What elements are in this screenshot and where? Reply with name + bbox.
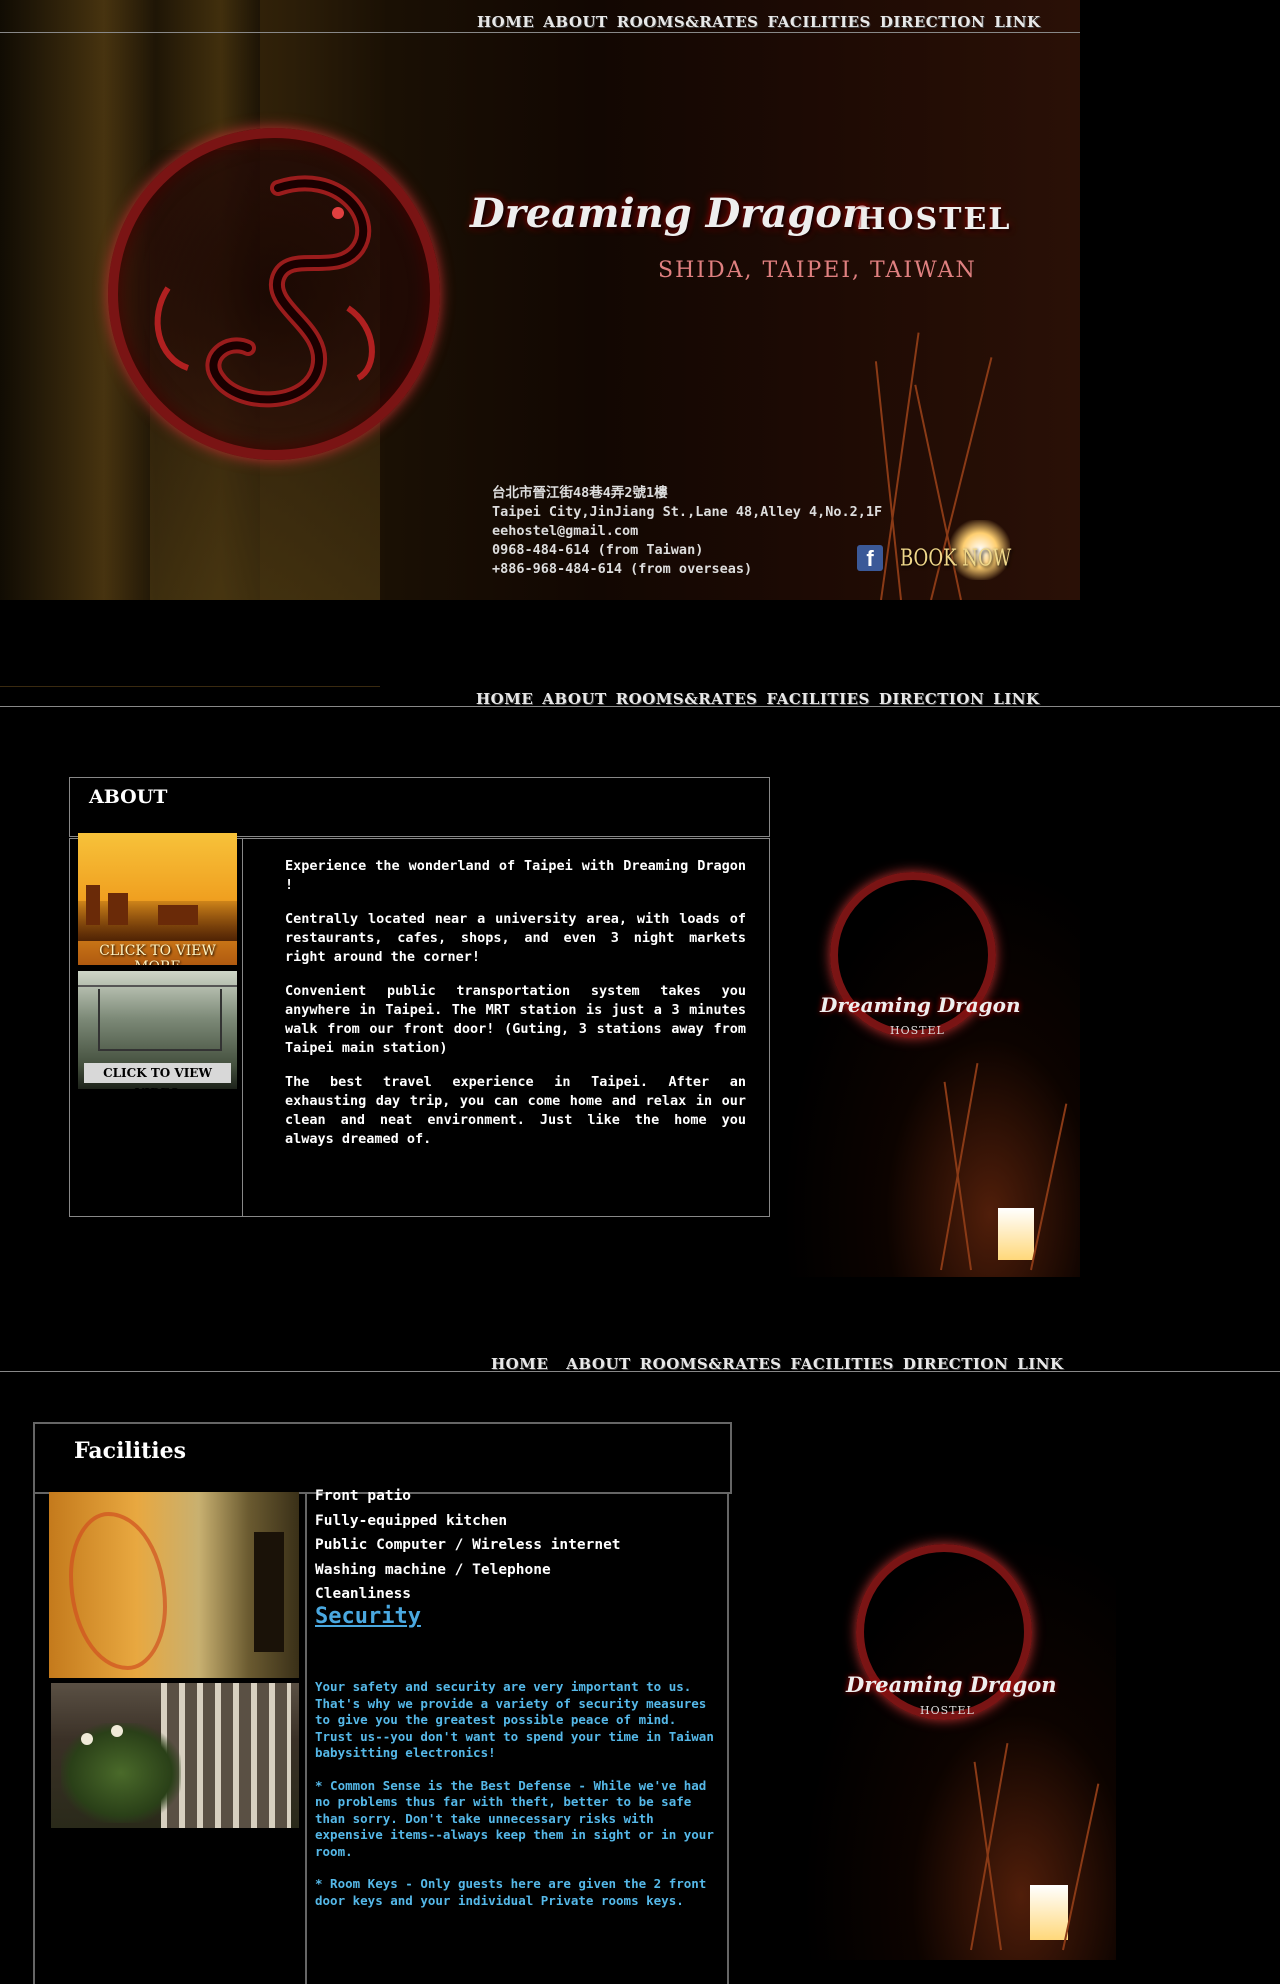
header-banner: Dreaming Dragon HOSTEL SHIDA, TAIPEI, TA…: [0, 0, 1080, 600]
nav-facilities[interactable]: FACILITIES: [790, 1355, 893, 1373]
view-more-label: CLICK TO VIEW MORE: [99, 943, 216, 965]
nav-link[interactable]: LINK: [994, 13, 1040, 31]
nav-rooms-rates[interactable]: ROOMS&RATES: [616, 690, 758, 708]
lantern-decoration: [1030, 1885, 1068, 1940]
brand-script-title: Dreaming Dragon: [470, 190, 872, 237]
canopy-decoration: [78, 985, 237, 987]
lantern-decoration: [998, 1208, 1034, 1260]
facility-item: Washing machine / Telephone: [315, 1561, 551, 1578]
doorway-decoration: [254, 1532, 284, 1652]
building-decoration: [86, 885, 100, 925]
nav-divider: [0, 32, 1080, 33]
about-paragraph: Experience the wonderland of Taipei with…: [285, 858, 746, 893]
security-paragraph: * Common Sense is the Best Defense - Whi…: [315, 1777, 714, 1859]
building-decoration: [108, 893, 128, 925]
patio-photo: [51, 1683, 299, 1828]
nav-link[interactable]: LINK: [993, 690, 1039, 708]
top-nav: HOME ABOUT ROOMS&RATES FACILITIES DIRECT…: [477, 13, 1041, 31]
location-subtitle: SHIDA, TAIPEI, TAIWAN: [658, 258, 977, 283]
nav-rooms-rates[interactable]: ROOMS&RATES: [617, 13, 759, 31]
nav-facilities[interactable]: FACILITIES: [766, 690, 869, 708]
flower-decoration: [111, 1725, 123, 1737]
dragon-wall-photo: [49, 1492, 299, 1678]
about-paragraph: Convenient public transportation system …: [285, 983, 746, 1056]
nav-direction[interactable]: DIRECTION: [880, 13, 985, 31]
divider: [33, 1494, 35, 1984]
nav-about[interactable]: ABOUT: [543, 13, 607, 31]
divider: [305, 1494, 307, 1984]
flower-decoration: [81, 1733, 93, 1745]
book-now-button[interactable]: BOOK NOW: [900, 545, 1011, 572]
dragon-logo-icon: [108, 128, 440, 460]
nav-facilities[interactable]: FACILITIES: [767, 13, 870, 31]
side-logo-script: Dreaming Dragon: [846, 1672, 1057, 1697]
view-video-label: CLICK TO VIEW VIDEO: [84, 1063, 231, 1089]
nav-about[interactable]: ABOUT: [566, 1355, 630, 1373]
nav-home[interactable]: HOME: [491, 1355, 548, 1373]
side-logo-panel: Dreaming Dragon HOSTEL: [800, 1530, 1116, 1960]
address-english: Taipei City,JinJiang St.,Lane 48,Alley 4…: [492, 504, 883, 520]
view-video-thumbnail[interactable]: CLICK TO VIEW VIDEO: [78, 971, 237, 1089]
facility-item: Public Computer / Wireless internet: [315, 1537, 621, 1553]
about-paragraph: Centrally located near a university area…: [285, 911, 746, 965]
side-logo-script: Dreaming Dragon: [820, 993, 1021, 1017]
nav-direction[interactable]: DIRECTION: [903, 1355, 1008, 1373]
divider: [0, 686, 380, 687]
facilities-list: Front patio Fully-equipped kitchen Publi…: [315, 1484, 621, 1607]
facilities-heading: Facilities: [74, 1438, 187, 1464]
grass-decoration: [1062, 1783, 1100, 1951]
nav-home[interactable]: HOME: [477, 13, 534, 31]
building-decoration: [158, 905, 198, 925]
dragon-mural-decoration: [69, 1512, 167, 1670]
facility-item: Front patio: [315, 1488, 412, 1504]
side-logo-word: HOSTEL: [920, 1704, 975, 1717]
side-logo-panel: Dreaming Dragon HOSTEL: [780, 860, 1080, 1277]
view-more-thumbnail[interactable]: CLICK TO VIEW MORE: [78, 833, 237, 965]
nav-rooms-rates[interactable]: ROOMS&RATES: [640, 1355, 782, 1373]
about-nav: HOME ABOUT ROOMS&RATES FACILITIES DIRECT…: [476, 690, 1040, 708]
security-text: Your safety and security are very import…: [315, 1679, 720, 1925]
address-chinese: 台北市晉江街48巷4弄2號1樓: [492, 485, 668, 501]
facility-item: Fully-equipped kitchen: [315, 1512, 508, 1529]
facilities-nav: HOME ABOUT ROOMS&RATES FACILITIES DIRECT…: [491, 1355, 1064, 1373]
brand-hostel-word: HOSTEL: [857, 202, 1012, 237]
nav-link[interactable]: LINK: [1017, 1355, 1063, 1373]
security-paragraph: Your safety and security are very import…: [315, 1679, 714, 1760]
nav-direction[interactable]: DIRECTION: [879, 690, 984, 708]
divider: [727, 1494, 729, 1984]
facility-item: Cleanliness: [315, 1586, 412, 1602]
contact-email[interactable]: eehostel@gmail.com: [492, 522, 882, 541]
security-paragraph: * Room Keys - Only guests here are given…: [315, 1876, 707, 1908]
facebook-icon[interactable]: f: [857, 545, 883, 571]
nav-about[interactable]: ABOUT: [542, 690, 606, 708]
about-description: Experience the wonderland of Taipei with…: [285, 857, 746, 1164]
plant-decoration: [61, 1723, 181, 1823]
security-link[interactable]: Security: [315, 1604, 421, 1629]
frame-decoration: [98, 989, 222, 1051]
phone-local: 0968-484-614 (from Taiwan): [492, 542, 704, 558]
about-paragraph: The best travel experience in Taipei. Af…: [285, 1074, 746, 1147]
about-heading: ABOUT: [89, 786, 168, 808]
nav-home[interactable]: HOME: [476, 690, 533, 708]
phone-overseas: +886-968-484-614 (from overseas): [492, 561, 753, 577]
side-logo-word: HOSTEL: [890, 1024, 945, 1037]
grass-decoration: [1030, 1103, 1068, 1271]
about-heading-box: [69, 777, 770, 837]
